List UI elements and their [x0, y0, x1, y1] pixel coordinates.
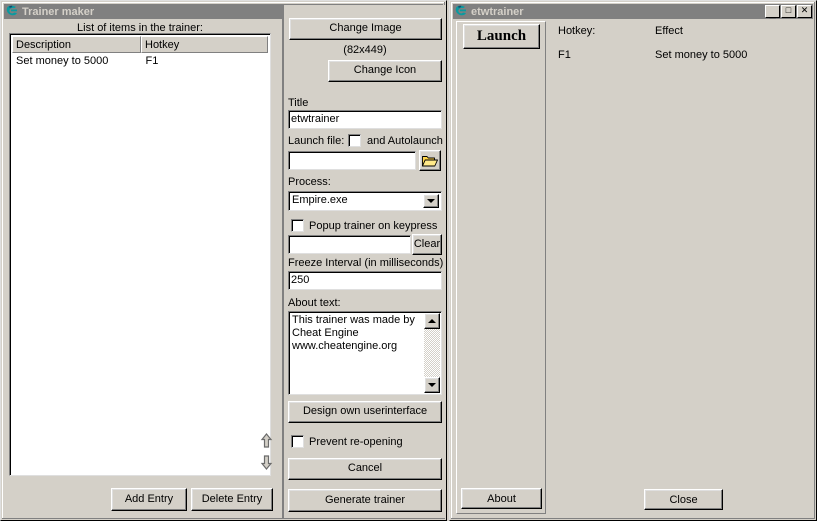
title-input[interactable]: etwtrainer: [288, 110, 442, 129]
about-text-area[interactable]: This trainer was made by Cheat Engine ww…: [288, 311, 442, 395]
cheat-engine-logo-icon: [6, 5, 18, 16]
cell-hotkey: F1: [145, 55, 159, 67]
launch-file-input[interactable]: [288, 151, 416, 170]
open-folder-icon: [422, 155, 438, 166]
autolaunch-checkbox[interactable]: [348, 134, 361, 147]
add-entry-button[interactable]: Add Entry: [111, 488, 187, 511]
close-trainer-button[interactable]: Close: [644, 489, 723, 510]
hotkey-value: F1: [558, 49, 571, 61]
minimize-icon: _: [769, 7, 776, 19]
list-header-row: Description Hotkey: [12, 36, 268, 53]
freeze-interval-label: Freeze Interval (in milliseconds): [288, 257, 444, 269]
scrollbar-track[interactable]: [424, 329, 440, 377]
move-entry-up-button[interactable]: [258, 431, 275, 451]
prevent-reopening-label: Prevent re-opening: [309, 436, 403, 448]
browse-launch-file-button[interactable]: [419, 150, 441, 171]
cancel-button[interactable]: Cancel: [288, 458, 442, 480]
about-text-value: This trainer was made by Cheat Engine ww…: [292, 314, 415, 352]
arrow-down-icon: [260, 455, 273, 470]
freeze-interval-input[interactable]: 250: [288, 271, 442, 290]
trainer-left-pane: Launch About: [456, 21, 546, 514]
trainer-settings-panel: Change Image (82x449) Change Icon Title …: [282, 5, 446, 518]
screen: Trainer maker ✕ List of items in the tra…: [0, 0, 817, 521]
design-own-userinterface-button[interactable]: Design own userinterface: [288, 401, 442, 423]
change-image-button[interactable]: Change Image: [289, 18, 442, 40]
about-button[interactable]: About: [461, 488, 542, 509]
maximize-icon: □: [785, 5, 792, 15]
process-selected-value: Empire.exe: [292, 194, 348, 206]
about-text-label: About text:: [288, 297, 341, 309]
scroll-up-button[interactable]: [424, 313, 440, 329]
hotkey-column-header: Hotkey:: [558, 25, 596, 37]
process-label: Process:: [288, 176, 331, 188]
etwtrainer-titlebar[interactable]: etwtrainer _ □ ✕: [453, 4, 813, 19]
generate-trainer-button[interactable]: Generate trainer: [288, 489, 442, 512]
chevron-down-icon[interactable]: [423, 194, 439, 208]
clear-popup-hotkey-button[interactable]: Clear: [412, 234, 442, 255]
column-header-description[interactable]: Description: [12, 36, 141, 53]
etwtrainer-minimize-button[interactable]: _: [765, 5, 780, 19]
trainer-maker-title: Trainer maker: [22, 5, 95, 18]
etwtrainer-close-button[interactable]: ✕: [797, 5, 812, 18]
process-select[interactable]: Empire.exe: [288, 191, 442, 211]
launch-button[interactable]: Launch: [463, 24, 540, 49]
trainer-maker-window: Trainer maker ✕ List of items in the tra…: [0, 0, 447, 521]
prevent-reopening-checkbox[interactable]: [291, 435, 304, 448]
about-text-scrollbar[interactable]: [424, 313, 440, 393]
launch-file-label: Launch file:: [288, 135, 345, 147]
etwtrainer-title: etwtrainer: [471, 5, 524, 18]
scroll-down-button[interactable]: [424, 377, 440, 393]
cheat-engine-logo-icon: [455, 5, 466, 16]
cell-description: Set money to 5000: [16, 55, 109, 67]
close-icon: ✕: [800, 5, 809, 15]
move-entry-down-button[interactable]: [258, 453, 275, 473]
arrow-up-icon: [260, 433, 273, 448]
effect-column-header: Effect: [655, 25, 683, 37]
effect-value: Set money to 5000: [655, 49, 748, 61]
etwtrainer-window: etwtrainer _ □ ✕ Launch About Hotkey: Ef…: [449, 0, 817, 521]
image-size-label: (82x449): [343, 44, 387, 56]
trainer-items-list[interactable]: Description Hotkey Set money to 5000 F1: [9, 33, 271, 476]
change-icon-button[interactable]: Change Icon: [328, 60, 442, 82]
table-row[interactable]: Set money to 5000 F1: [12, 54, 268, 69]
delete-entry-button[interactable]: Delete Entry: [191, 488, 273, 511]
popup-hotkey-input[interactable]: [288, 235, 411, 254]
etwtrainer-body: Launch About Hotkey: Effect F1 Set money…: [454, 21, 812, 516]
popup-trainer-label: Popup trainer on keypress: [309, 220, 438, 232]
autolaunch-label: and Autolaunch: [367, 135, 443, 147]
popup-trainer-checkbox[interactable]: [291, 219, 304, 232]
title-label: Title: [288, 97, 309, 109]
etwtrainer-maximize-button[interactable]: □: [781, 5, 796, 18]
column-header-hotkey[interactable]: Hotkey: [141, 36, 268, 53]
